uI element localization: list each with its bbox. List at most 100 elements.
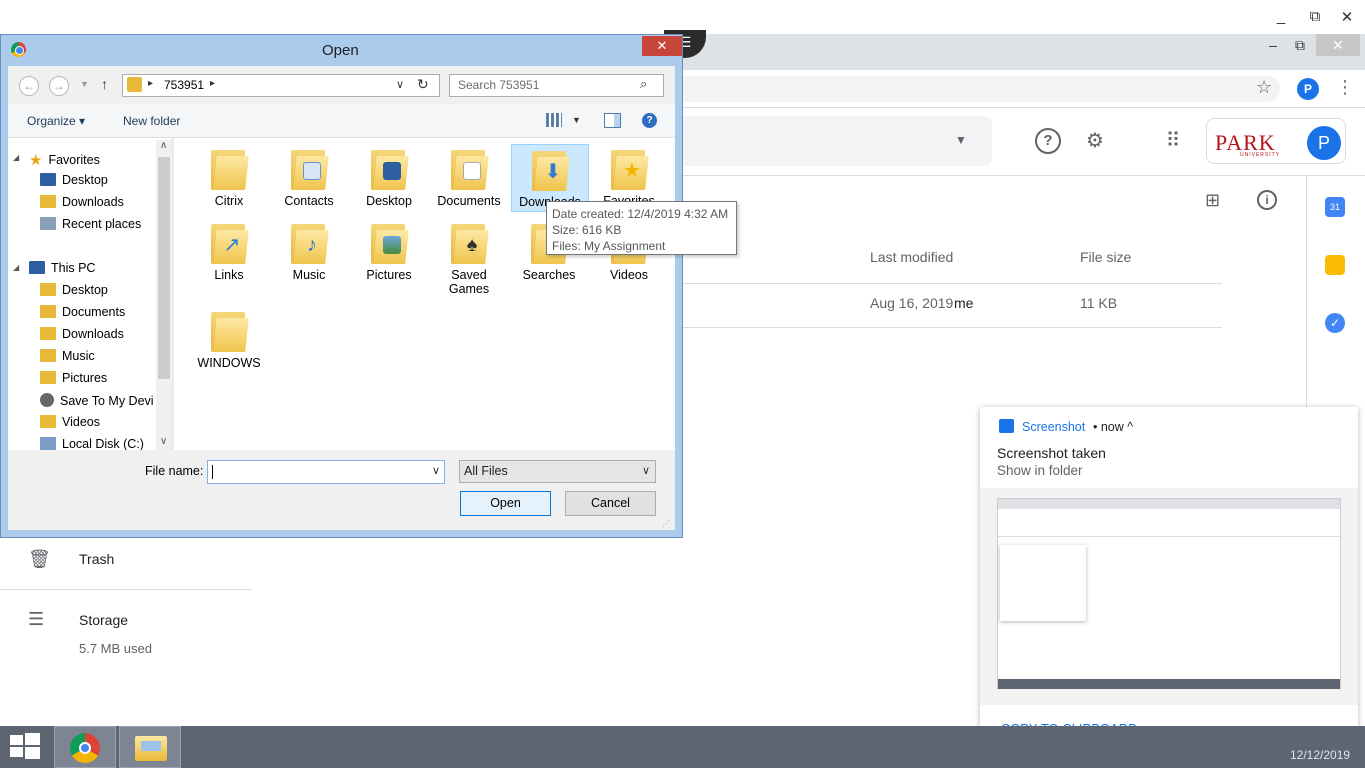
- cancel-button[interactable]: Cancel: [565, 491, 656, 516]
- folder-item[interactable]: WINDOWS: [190, 308, 268, 370]
- outer-minimize-button[interactable]: _: [1266, 8, 1296, 25]
- refresh-icon[interactable]: ↻: [417, 76, 429, 93]
- file-type-select[interactable]: All Files ∨: [459, 460, 656, 483]
- new-folder-button[interactable]: New folder: [123, 114, 180, 128]
- taskbar-file-explorer[interactable]: [119, 726, 181, 768]
- dialog-title: Open: [322, 42, 359, 59]
- chrome-menu-icon[interactable]: ⋮: [1336, 77, 1354, 98]
- tree-pc-videos[interactable]: Videos: [40, 415, 100, 429]
- folder-icon: [209, 146, 249, 190]
- tree-fav-downloads[interactable]: Downloads: [40, 195, 124, 209]
- resize-grip-icon[interactable]: ⋰: [662, 519, 670, 528]
- tree-pc-documents[interactable]: Documents: [40, 305, 125, 319]
- tasks-icon[interactable]: ✓: [1325, 313, 1345, 333]
- drive-account-avatar[interactable]: P: [1307, 126, 1341, 160]
- tree-pc-local-disk[interactable]: Local Disk (C:): [40, 437, 144, 450]
- tree-scroll-thumb[interactable]: [158, 157, 170, 379]
- search-magnifier-icon[interactable]: ⌕: [640, 76, 647, 92]
- folder-item[interactable]: ↗ Links: [190, 220, 268, 282]
- tree-this-pc[interactable]: This PC: [29, 261, 95, 275]
- disk-icon: [40, 437, 56, 450]
- chrome-restore-button[interactable]: ⧉: [1283, 34, 1317, 56]
- taskbar-clock[interactable]: 12/12/2019: [1290, 748, 1350, 762]
- notification-app-name: Screenshot: [1022, 420, 1086, 434]
- music-folder-icon: ♪: [289, 220, 329, 264]
- forward-arrow-icon[interactable]: →: [49, 76, 69, 96]
- preview-pane-icon[interactable]: [604, 113, 621, 128]
- file-type-dropdown-icon[interactable]: ∨: [642, 464, 650, 477]
- windows-start-icon[interactable]: [10, 733, 40, 759]
- tree-pc-music[interactable]: Music: [40, 349, 95, 363]
- tree-pc-downloads[interactable]: Downloads: [40, 327, 124, 341]
- folder-item[interactable]: Desktop: [350, 146, 428, 208]
- chrome-close-button[interactable]: ✕: [1316, 34, 1360, 56]
- view-chevron-icon[interactable]: ▼: [572, 115, 581, 125]
- taskbar-chrome[interactable]: [54, 726, 116, 768]
- bookmark-star-icon[interactable]: ☆: [1256, 77, 1272, 98]
- computer-icon: [29, 261, 45, 274]
- keep-icon[interactable]: [1325, 255, 1345, 275]
- help-circle-icon[interactable]: ?: [642, 113, 657, 128]
- folder-item[interactable]: ♪ Music: [270, 220, 348, 282]
- scroll-down-icon[interactable]: ∨: [160, 436, 167, 447]
- notification-message[interactable]: Show in folder: [997, 463, 1083, 478]
- row-modified-date: Aug 16, 2019: [870, 295, 954, 311]
- open-button[interactable]: Open: [460, 491, 551, 516]
- drive-icon: [40, 393, 54, 407]
- column-last-modified[interactable]: Last modified: [870, 249, 953, 265]
- file-name-input[interactable]: ∨: [207, 460, 445, 484]
- nav-storage[interactable]: Storage: [79, 612, 128, 628]
- tree-pc-save-to-my-device[interactable]: Save To My Devi: [40, 393, 156, 408]
- desktop-icon: [40, 173, 56, 186]
- nav-trash[interactable]: Trash: [79, 551, 114, 567]
- file-name-dropdown-icon[interactable]: ∨: [432, 464, 440, 477]
- tree-fav-desktop[interactable]: Desktop: [40, 173, 108, 187]
- thumb-taskbar: [998, 679, 1340, 689]
- search-options-icon[interactable]: ▼: [955, 133, 967, 147]
- dialog-close-button[interactable]: ✕: [642, 36, 682, 56]
- trash-icon[interactable]: 🗑: [28, 549, 51, 570]
- view-options-icon[interactable]: [546, 113, 562, 127]
- outer-restore-button[interactable]: ⧉: [1300, 8, 1330, 25]
- address-dropdown-icon[interactable]: ∨: [396, 78, 404, 91]
- recent-locations-chevron-icon[interactable]: ▼: [80, 79, 89, 89]
- outer-close-button[interactable]: ✕: [1332, 8, 1362, 26]
- path-separator-icon[interactable]: ▸: [210, 78, 215, 89]
- scroll-up-icon[interactable]: ∧: [160, 140, 167, 151]
- apps-grid-icon[interactable]: ⠿: [1160, 128, 1186, 154]
- thumbnail-image: [997, 498, 1341, 689]
- tree-collapse-icon[interactable]: ◢: [13, 153, 19, 162]
- help-icon[interactable]: ?: [1035, 128, 1061, 154]
- organize-button[interactable]: Organize ▾: [27, 114, 85, 128]
- details-info-icon[interactable]: i: [1257, 190, 1277, 210]
- breadcrumb-folder[interactable]: 753951: [164, 78, 204, 92]
- calendar-icon[interactable]: 31: [1325, 197, 1345, 217]
- folder-icon: [40, 349, 56, 362]
- tooltip-files: Files: My Assignment: [552, 239, 666, 253]
- thumb-menu: [1000, 545, 1086, 621]
- links-folder-icon: ↗: [209, 220, 249, 264]
- nav-divider: [0, 589, 252, 590]
- folder-item[interactable]: Documents: [430, 146, 508, 208]
- notification-time[interactable]: • now ^: [1093, 420, 1133, 434]
- column-file-size[interactable]: File size: [1080, 249, 1131, 265]
- folder-icon: [40, 415, 56, 428]
- tree-collapse-icon[interactable]: ◢: [13, 263, 19, 272]
- tree-fav-recent-places[interactable]: Recent places: [40, 217, 141, 231]
- chrome-profile-avatar[interactable]: P: [1297, 78, 1319, 100]
- recent-places-icon: [40, 217, 56, 230]
- folder-item[interactable]: Citrix: [190, 146, 268, 208]
- image-icon: [999, 419, 1014, 433]
- folder-item[interactable]: Contacts: [270, 146, 348, 208]
- settings-gear-icon[interactable]: ⚙: [1082, 128, 1108, 154]
- tree-favorites[interactable]: ★ Favorites: [29, 151, 100, 169]
- up-arrow-icon[interactable]: ↑: [101, 76, 108, 92]
- folder-item[interactable]: ♠ Saved Games: [430, 220, 508, 296]
- tree-pc-pictures[interactable]: Pictures: [40, 371, 107, 385]
- tooltip-size: Size: 616 KB: [552, 223, 622, 237]
- folder-item[interactable]: Pictures: [350, 220, 428, 282]
- tree-pc-desktop[interactable]: Desktop: [40, 283, 108, 297]
- grid-view-icon[interactable]: ⊞: [1205, 190, 1220, 211]
- back-arrow-icon[interactable]: ←: [19, 76, 39, 96]
- storage-icon[interactable]: ☰: [28, 609, 44, 630]
